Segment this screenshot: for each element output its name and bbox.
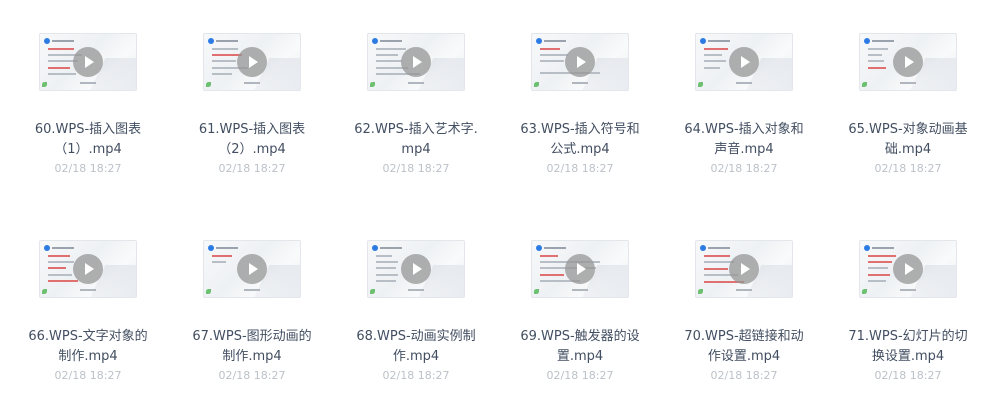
video-thumbnail[interactable] xyxy=(531,240,629,298)
file-date: 02/18 18:27 xyxy=(54,162,122,175)
video-file-tile[interactable]: 66.WPS-文字对象的制作.mp4 02/18 18:27 xyxy=(6,240,170,383)
video-thumbnail[interactable] xyxy=(39,240,137,298)
play-icon[interactable] xyxy=(893,47,923,77)
file-name[interactable]: 67.WPS-图形动画的制作.mp4 xyxy=(187,327,317,367)
video-file-tile[interactable]: 69.WPS-触发器的设置.mp4 02/18 18:27 xyxy=(498,240,662,383)
video-file-tile[interactable]: 60.WPS-插入图表（1）.mp4 02/18 18:27 xyxy=(6,33,170,176)
file-date: 02/18 18:27 xyxy=(382,162,450,175)
video-file-tile[interactable]: 71.WPS-幻灯片的切换设置.mp4 02/18 18:27 xyxy=(826,240,990,383)
file-date: 02/18 18:27 xyxy=(54,369,122,382)
video-file-tile[interactable]: 67.WPS-图形动画的制作.mp4 02/18 18:27 xyxy=(170,240,334,383)
play-icon[interactable] xyxy=(729,254,759,284)
file-name[interactable]: 61.WPS-插入图表（2）.mp4 xyxy=(187,120,317,160)
play-icon[interactable] xyxy=(401,47,431,77)
file-date: 02/18 18:27 xyxy=(874,369,942,382)
video-thumbnail[interactable] xyxy=(367,33,465,91)
play-icon[interactable] xyxy=(565,254,595,284)
file-grid: 60.WPS-插入图表（1）.mp4 02/18 18:27 61.WPS-插入… xyxy=(0,0,1008,403)
file-name[interactable]: 70.WPS-超链接和动作设置.mp4 xyxy=(679,327,809,367)
file-date: 02/18 18:27 xyxy=(382,369,450,382)
video-file-tile[interactable]: 61.WPS-插入图表（2）.mp4 02/18 18:27 xyxy=(170,33,334,176)
video-thumbnail[interactable] xyxy=(203,240,301,298)
play-icon[interactable] xyxy=(401,254,431,284)
file-date: 02/18 18:27 xyxy=(218,369,286,382)
video-file-tile[interactable]: 63.WPS-插入符号和公式.mp4 02/18 18:27 xyxy=(498,33,662,176)
video-thumbnail[interactable] xyxy=(39,33,137,91)
file-name[interactable]: 69.WPS-触发器的设置.mp4 xyxy=(515,327,645,367)
file-date: 02/18 18:27 xyxy=(710,369,778,382)
file-name[interactable]: 63.WPS-插入符号和公式.mp4 xyxy=(515,120,645,160)
video-file-tile[interactable]: 62.WPS-插入艺术字.mp4 02/18 18:27 xyxy=(334,33,498,176)
video-thumbnail[interactable] xyxy=(695,240,793,298)
play-icon[interactable] xyxy=(237,254,267,284)
file-date: 02/18 18:27 xyxy=(218,162,286,175)
video-file-tile[interactable]: 70.WPS-超链接和动作设置.mp4 02/18 18:27 xyxy=(662,240,826,383)
video-thumbnail[interactable] xyxy=(367,240,465,298)
file-name[interactable]: 64.WPS-插入对象和声音.mp4 xyxy=(679,120,809,160)
file-date: 02/18 18:27 xyxy=(710,162,778,175)
file-name[interactable]: 66.WPS-文字对象的制作.mp4 xyxy=(23,327,153,367)
video-thumbnail[interactable] xyxy=(695,33,793,91)
video-thumbnail[interactable] xyxy=(859,240,957,298)
play-icon[interactable] xyxy=(565,47,595,77)
file-name[interactable]: 60.WPS-插入图表（1）.mp4 xyxy=(23,120,153,160)
file-name[interactable]: 71.WPS-幻灯片的切换设置.mp4 xyxy=(843,327,973,367)
play-icon[interactable] xyxy=(73,254,103,284)
video-thumbnail[interactable] xyxy=(531,33,629,91)
play-icon[interactable] xyxy=(237,47,267,77)
video-file-tile[interactable]: 65.WPS-对象动画基础.mp4 02/18 18:27 xyxy=(826,33,990,176)
file-name[interactable]: 65.WPS-对象动画基础.mp4 xyxy=(843,120,973,160)
file-name[interactable]: 62.WPS-插入艺术字.mp4 xyxy=(351,120,481,160)
play-icon[interactable] xyxy=(73,47,103,77)
video-file-tile[interactable]: 64.WPS-插入对象和声音.mp4 02/18 18:27 xyxy=(662,33,826,176)
video-thumbnail[interactable] xyxy=(859,33,957,91)
file-date: 02/18 18:27 xyxy=(546,162,614,175)
file-date: 02/18 18:27 xyxy=(874,162,942,175)
play-icon[interactable] xyxy=(893,254,923,284)
file-date: 02/18 18:27 xyxy=(546,369,614,382)
file-name[interactable]: 68.WPS-动画实例制作.mp4 xyxy=(351,327,481,367)
video-thumbnail[interactable] xyxy=(203,33,301,91)
play-icon[interactable] xyxy=(729,47,759,77)
video-file-tile[interactable]: 68.WPS-动画实例制作.mp4 02/18 18:27 xyxy=(334,240,498,383)
